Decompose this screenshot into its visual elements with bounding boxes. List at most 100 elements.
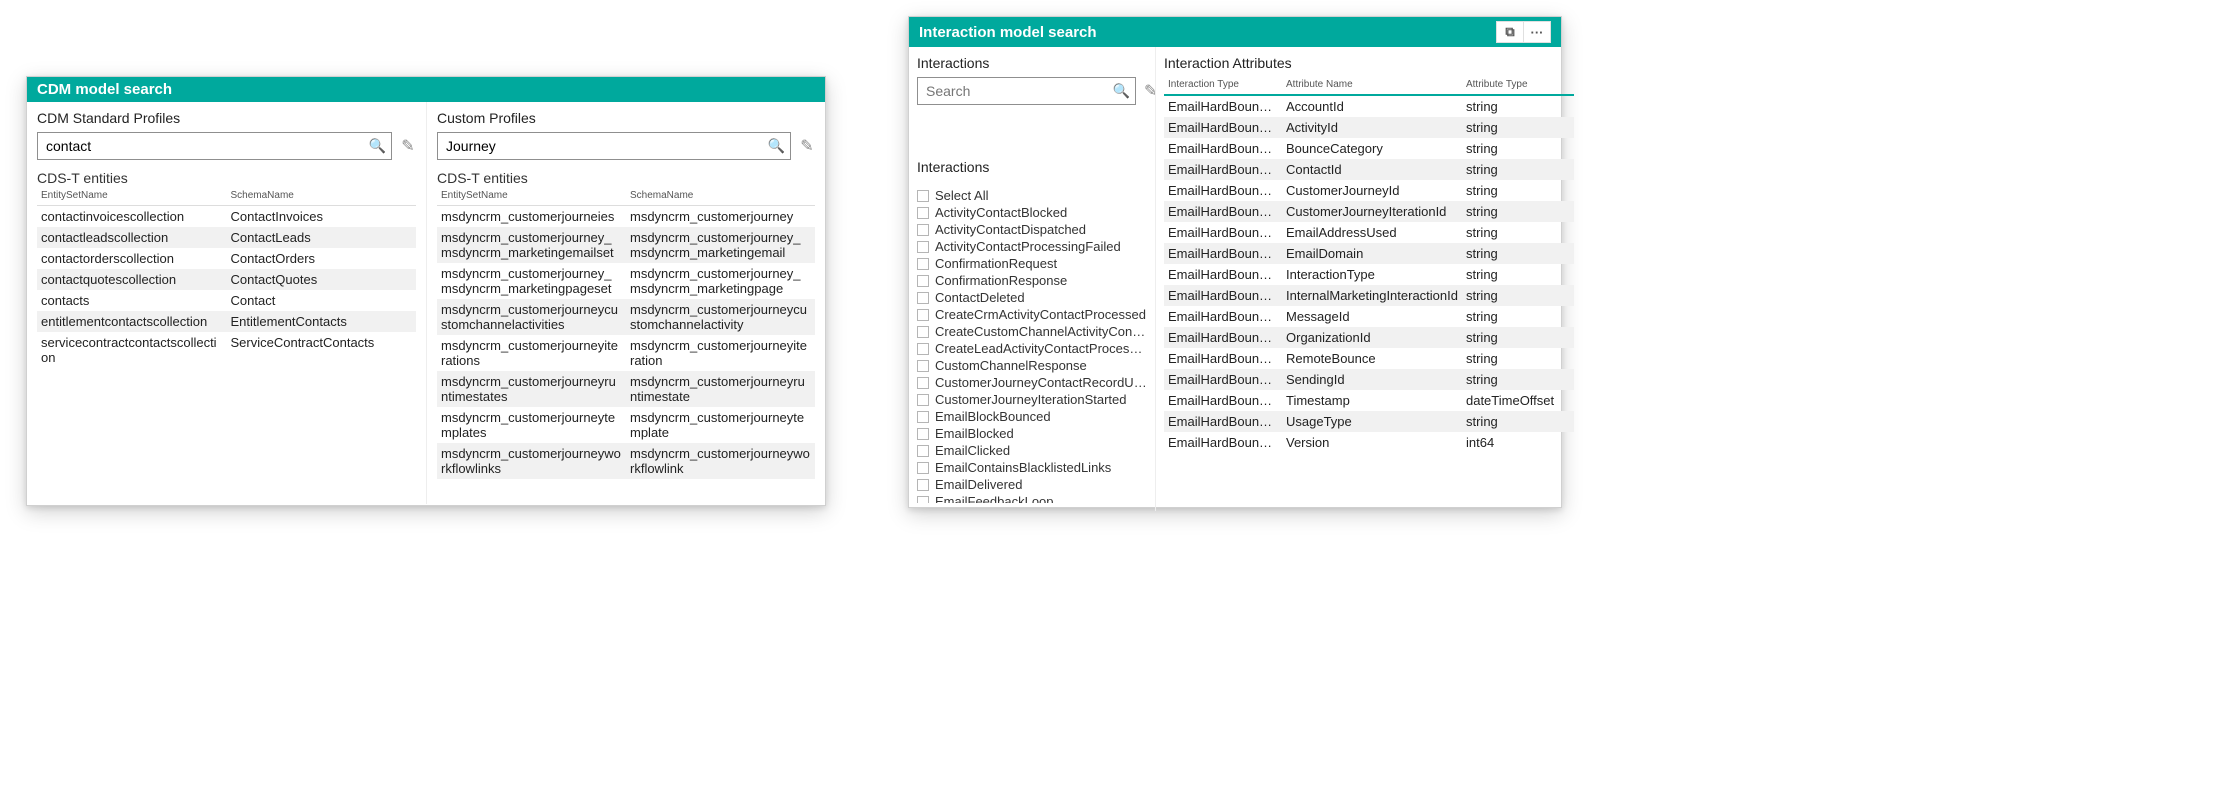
checkbox[interactable]: [917, 326, 929, 338]
table-row[interactable]: EmailHardBouncedRemoteBouncestring: [1164, 348, 1574, 369]
table-row[interactable]: EmailHardBouncedBounceCategorystring: [1164, 138, 1574, 159]
checkbox[interactable]: [917, 428, 929, 440]
table-row[interactable]: entitlementcontactscollectionEntitlement…: [37, 311, 416, 332]
clear-search-icon[interactable]: ✎: [400, 136, 416, 156]
table-row[interactable]: EmailHardBouncedTimestampdateTimeOffset: [1164, 390, 1574, 411]
list-item[interactable]: ActivityContactProcessingFailed: [917, 238, 1147, 255]
checkbox[interactable]: [917, 360, 929, 372]
table-row[interactable]: contactleadscollectionContactLeads: [37, 227, 416, 248]
table-row[interactable]: contactinvoicescollectionContactInvoices: [37, 206, 416, 227]
cell-attribute-name: Timestamp: [1282, 390, 1462, 411]
table-row[interactable]: EmailHardBouncedMessageIdstring: [1164, 306, 1574, 327]
checkbox[interactable]: [917, 275, 929, 287]
cell-entitysetname: servicecontractcontactscollection: [37, 332, 227, 368]
list-item[interactable]: EmailDelivered: [917, 476, 1147, 493]
table-row[interactable]: EmailHardBouncedAccountIdstring: [1164, 96, 1574, 117]
checkbox[interactable]: [917, 377, 929, 389]
table-row[interactable]: EmailHardBouncedEmailDomainstring: [1164, 243, 1574, 264]
list-item[interactable]: CustomerJourneyContactRecordUpdated: [917, 374, 1147, 391]
table-row[interactable]: EmailHardBouncedInternalMarketingInterac…: [1164, 285, 1574, 306]
table-row[interactable]: msdyncrm_customerjourneyiterationsmsdync…: [437, 335, 815, 371]
table-row[interactable]: EmailHardBouncedUsageTypestring: [1164, 411, 1574, 432]
table-row[interactable]: EmailHardBouncedContactIdstring: [1164, 159, 1574, 180]
list-item[interactable]: EmailClicked: [917, 442, 1147, 459]
list-item[interactable]: ContactDeleted: [917, 289, 1147, 306]
cell-attribute-type: string: [1462, 243, 1574, 264]
table-row[interactable]: msdyncrm_customerjourneytemplatesmsdyncr…: [437, 407, 815, 443]
cell-attribute-name: AccountId: [1282, 96, 1462, 117]
list-item-label: ActivityContactProcessingFailed: [935, 239, 1121, 254]
table-row[interactable]: EmailHardBouncedCustomerJourneyIdstring: [1164, 180, 1574, 201]
checkbox[interactable]: [917, 292, 929, 304]
list-item[interactable]: EmailBlockBounced: [917, 408, 1147, 425]
table-row[interactable]: servicecontractcontactscollectionService…: [37, 332, 416, 368]
table-row[interactable]: contactquotescollectionContactQuotes: [37, 269, 416, 290]
cdm-custom-search-input[interactable]: [437, 132, 791, 160]
table-row[interactable]: EmailHardBouncedSendingIdstring: [1164, 369, 1574, 390]
checkbox[interactable]: [917, 224, 929, 236]
col-schemaname: SchemaName: [626, 188, 815, 205]
checkbox[interactable]: [917, 462, 929, 474]
cell-entitysetname: msdyncrm_customerjourneyiterations: [437, 335, 626, 371]
list-item[interactable]: CreateLeadActivityContactProcessed: [917, 340, 1147, 357]
table-row[interactable]: contactorderscollectionContactOrders: [37, 248, 416, 269]
checkbox[interactable]: [917, 258, 929, 270]
list-item[interactable]: Select All: [917, 187, 1147, 204]
focus-mode-button[interactable]: ⧉: [1496, 21, 1524, 43]
cell-schemaname: ContactQuotes: [227, 269, 417, 290]
interaction-attributes-title: Interaction Attributes: [1164, 55, 1574, 71]
checkbox[interactable]: [917, 479, 929, 491]
table-row[interactable]: EmailHardBouncedOrganizationIdstring: [1164, 327, 1574, 348]
interactions-list-title: Interactions: [917, 159, 1147, 175]
interactions-search-input[interactable]: [917, 77, 1136, 105]
table-row[interactable]: EmailHardBouncedEmailAddressUsedstring: [1164, 222, 1574, 243]
list-item[interactable]: CustomChannelResponse: [917, 357, 1147, 374]
list-item[interactable]: ConfirmationRequest: [917, 255, 1147, 272]
cell-attribute-name: Version: [1282, 432, 1462, 453]
table-row[interactable]: msdyncrm_customerjourneiesmsdyncrm_custo…: [437, 206, 815, 227]
clear-search-icon[interactable]: ✎: [799, 136, 815, 156]
list-item[interactable]: CreateCustomChannelActivityContactProc..…: [917, 323, 1147, 340]
interaction-attributes-pane: Interaction Attributes Interaction Type …: [1155, 47, 1582, 511]
cell-attribute-type: string: [1462, 222, 1574, 243]
list-item[interactable]: ActivityContactDispatched: [917, 221, 1147, 238]
checkbox[interactable]: [917, 241, 929, 253]
cell-interaction-type: EmailHardBounced: [1164, 264, 1282, 285]
cell-entitysetname: contactorderscollection: [37, 248, 227, 269]
list-item[interactable]: EmailContainsBlacklistedLinks: [917, 459, 1147, 476]
list-item[interactable]: CreateCrmActivityContactProcessed: [917, 306, 1147, 323]
table-row[interactable]: msdyncrm_customerjourney_msdyncrm_market…: [437, 263, 815, 299]
list-item[interactable]: ConfirmationResponse: [917, 272, 1147, 289]
checkbox[interactable]: [917, 343, 929, 355]
table-row[interactable]: msdyncrm_customerjourneyruntimestatesmsd…: [437, 371, 815, 407]
list-item[interactable]: ActivityContactBlocked: [917, 204, 1147, 221]
cell-interaction-type: EmailHardBounced: [1164, 243, 1282, 264]
checkbox[interactable]: [917, 207, 929, 219]
checkbox[interactable]: [917, 309, 929, 321]
table-row[interactable]: EmailHardBouncedActivityIdstring: [1164, 117, 1574, 138]
table-row[interactable]: msdyncrm_customerjourneycustomchannelact…: [437, 299, 815, 335]
more-options-button[interactable]: ···: [1523, 21, 1551, 43]
table-row[interactable]: msdyncrm_customerjourney_msdyncrm_market…: [437, 227, 815, 263]
cell-entitysetname: msdyncrm_customerjourneyruntimestates: [437, 371, 626, 407]
checkbox[interactable]: [917, 394, 929, 406]
list-item[interactable]: EmailFeedbackLoop: [917, 493, 1147, 503]
cell-entitysetname: msdyncrm_customerjourney_msdyncrm_market…: [437, 263, 626, 299]
table-row[interactable]: EmailHardBouncedVersionint64: [1164, 432, 1574, 453]
list-item[interactable]: EmailBlocked: [917, 425, 1147, 442]
cdm-custom-table-header: EntitySetName SchemaName: [437, 188, 815, 206]
cdm-standard-search-input[interactable]: [37, 132, 392, 160]
list-item-label: ConfirmationRequest: [935, 256, 1057, 271]
checkbox[interactable]: [917, 445, 929, 457]
cell-schemaname: msdyncrm_customerjourney_msdyncrm_market…: [626, 227, 815, 263]
checkbox[interactable]: [917, 411, 929, 423]
table-row[interactable]: contactsContact: [37, 290, 416, 311]
table-row[interactable]: msdyncrm_customerjourneyworkflowlinksmsd…: [437, 443, 815, 479]
checkbox[interactable]: [917, 190, 929, 202]
list-item[interactable]: CustomerJourneyIterationStarted: [917, 391, 1147, 408]
table-row[interactable]: EmailHardBouncedCustomerJourneyIteration…: [1164, 201, 1574, 222]
table-row[interactable]: EmailHardBouncedInteractionTypestring: [1164, 264, 1574, 285]
checkbox[interactable]: [917, 496, 929, 503]
list-item-label: EmailBlockBounced: [935, 409, 1051, 424]
cdm-custom-section-title: Custom Profiles: [437, 110, 815, 126]
